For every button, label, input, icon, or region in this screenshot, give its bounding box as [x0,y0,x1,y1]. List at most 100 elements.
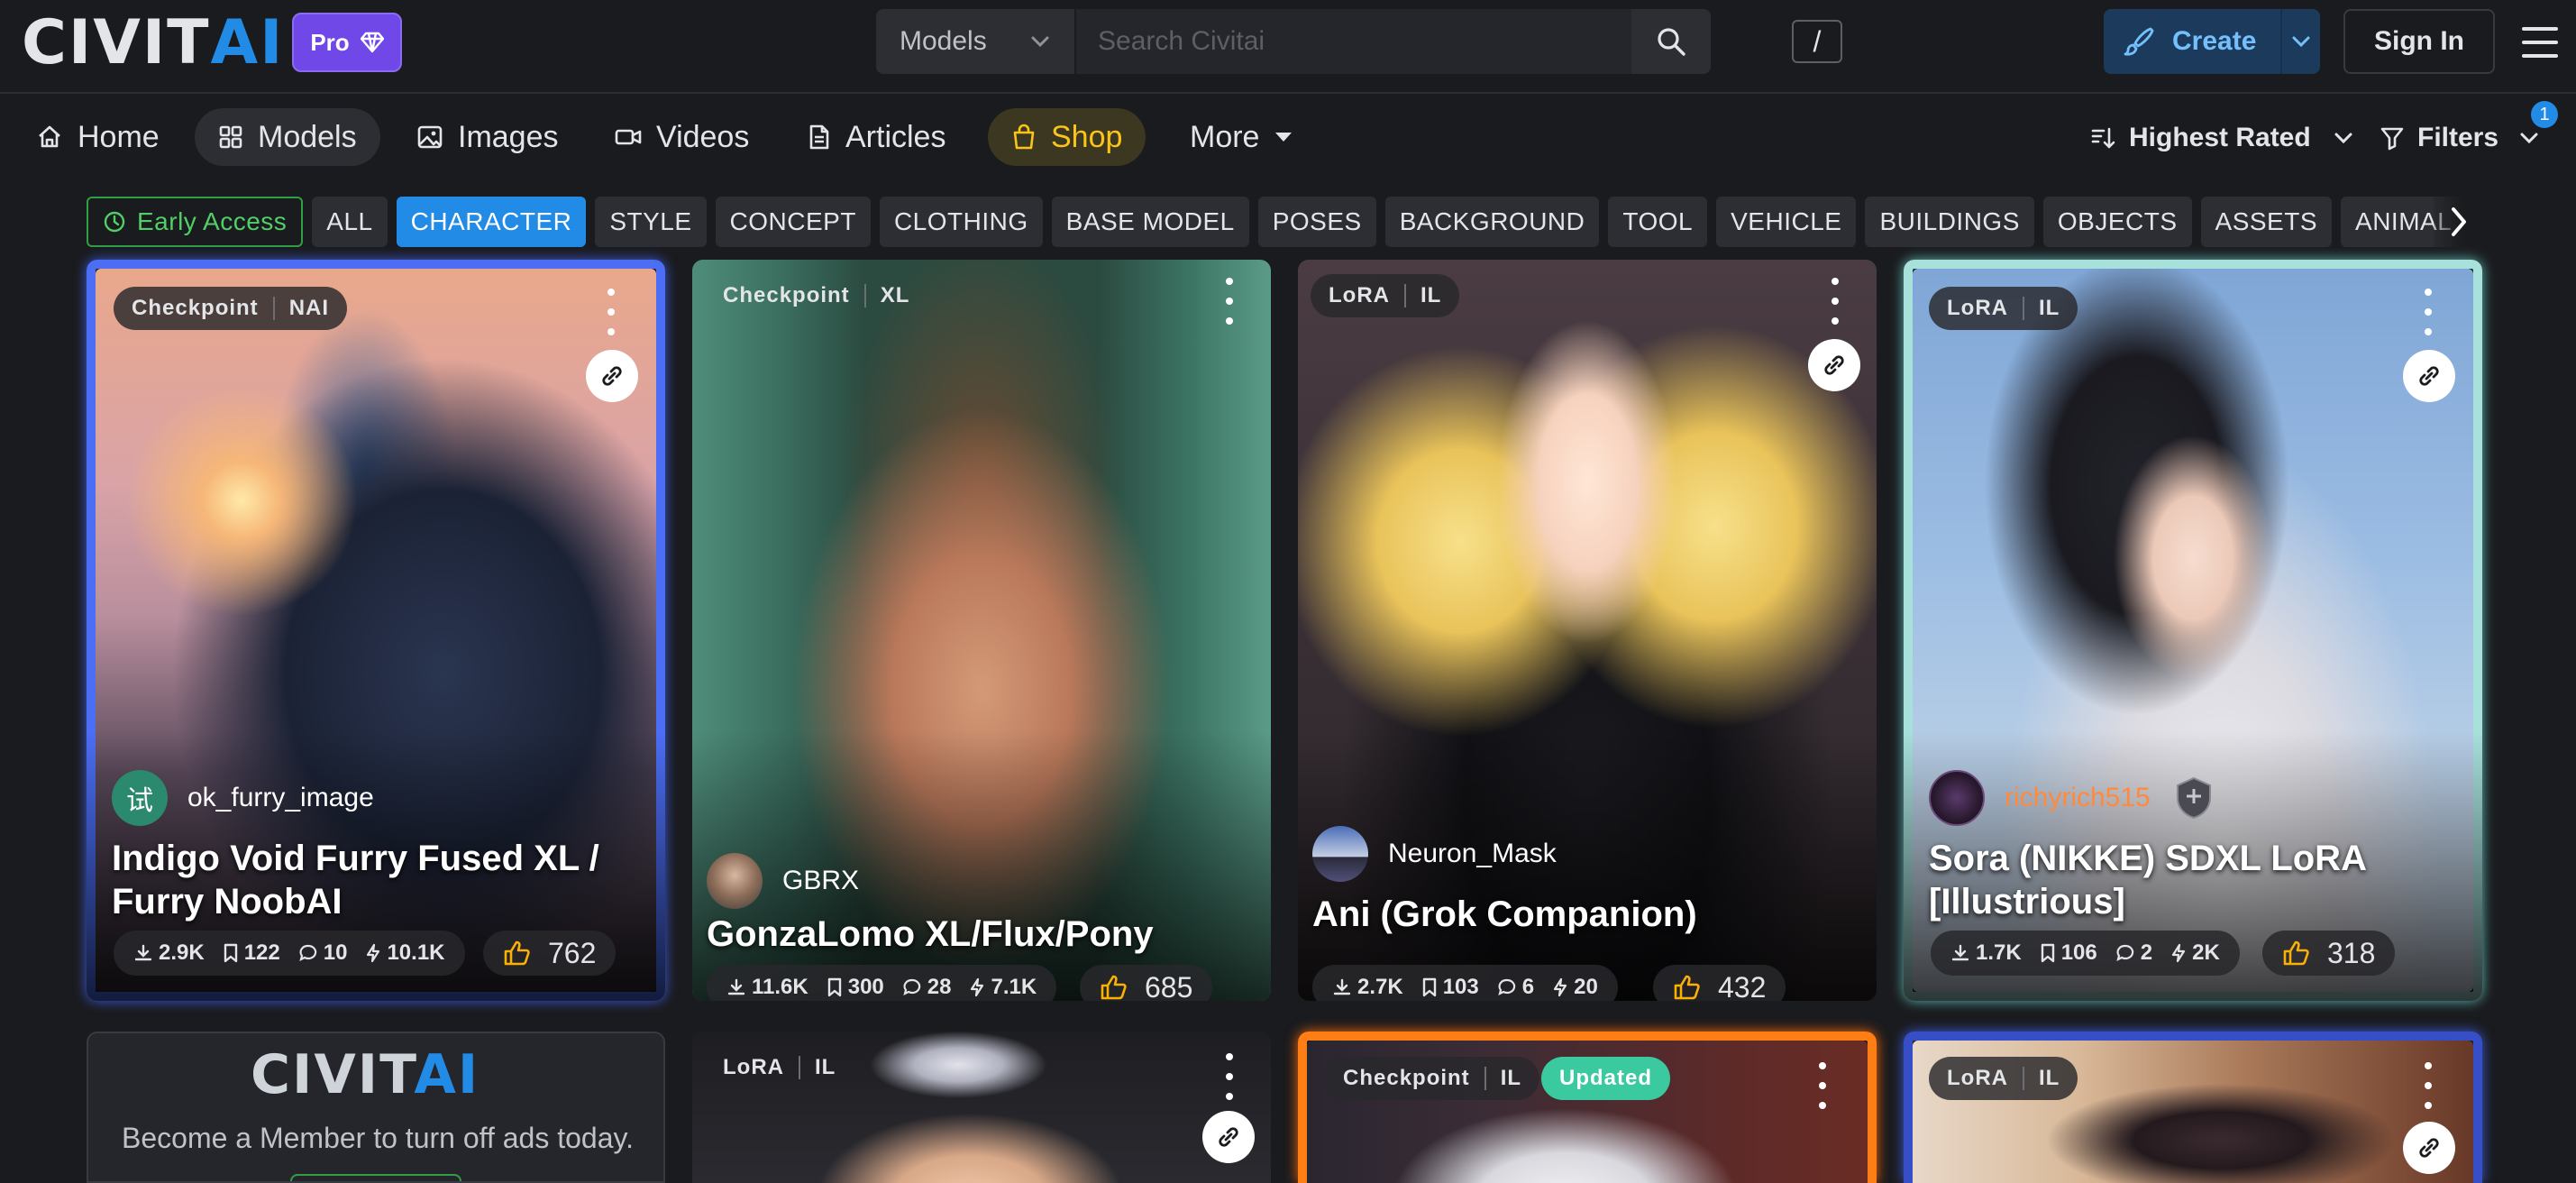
more-options-icon[interactable] [1220,278,1238,325]
nav-articles[interactable]: Articles [784,108,969,166]
model-card[interactable]: LoRA IL richyrich515 Sora (NIKKE) SDXL Lo… [1904,260,2482,1001]
category-chip-style[interactable]: STYLE [595,197,707,247]
search-shortcut-key: / [1792,20,1842,63]
creator-name: richyrich515 [2005,783,2151,812]
more-options-icon[interactable] [602,289,620,335]
filters-label: Filters [2417,123,2499,152]
more-options-icon[interactable] [2419,1062,2437,1109]
search-button[interactable] [1631,9,1711,74]
file-text-icon [809,124,829,150]
more-options-icon[interactable] [1220,1053,1238,1100]
nav-models[interactable]: Models [195,108,380,166]
search-scope-select[interactable]: Models [876,9,1076,74]
thumbs-up-icon [1101,975,1127,1000]
category-chip-objects[interactable]: OBJECTS [2042,197,2192,247]
link-icon[interactable] [1808,339,1860,391]
model-card[interactable]: Checkpoint IL Updated [1298,1032,1877,1183]
category-chip-poses[interactable]: POSES [1257,197,1376,247]
sign-in-button[interactable]: Sign In [2343,9,2495,74]
creator-name: Neuron_Mask [1388,839,1557,868]
category-chip-background[interactable]: BACKGROUND [1384,197,1600,247]
model-stats: 2.7K 103 6 20 [1312,965,1618,1001]
download-icon [1333,978,1351,995]
filters-button[interactable]: Filters [2380,115,2540,160]
model-stats: 11.6K 300 28 7.1K [707,965,1057,1001]
category-chip-all[interactable]: ALL [312,197,388,247]
become-member-button[interactable] [290,1174,461,1181]
avatar [1929,770,1985,826]
link-icon[interactable] [2403,350,2455,402]
chevron-down-icon [2334,133,2352,144]
search-bar: Models / [876,9,1842,74]
like-count[interactable]: 762 [483,931,617,976]
download-icon [727,978,745,995]
filter-icon [2380,127,2404,151]
creator-name: GBRX [782,866,860,895]
category-chip-base-model[interactable]: BASE MODEL [1051,197,1249,247]
link-icon[interactable] [586,350,638,402]
bolt-icon [2172,943,2186,963]
search-input[interactable] [1076,9,1631,74]
category-chip-assets[interactable]: ASSETS [2200,197,2333,247]
chevron-right-icon[interactable] [2434,197,2484,247]
nav-videos[interactable]: Videos [591,108,772,166]
nav-videos-label: Videos [656,119,750,154]
creator-info[interactable]: richyrich515 [1929,770,2217,826]
like-count[interactable]: 432 [1653,965,1786,1001]
model-title: Sora (NIKKE) SDXL LoRA [Illustrious] [1929,839,2366,922]
pro-button[interactable]: Pro [292,13,402,72]
model-title: GonzaLomo XL/Flux/Pony [707,914,1154,954]
category-chip-concept[interactable]: CONCEPT [715,197,871,247]
sort-dropdown[interactable]: Highest Rated [2089,115,2354,160]
category-chip-character[interactable]: CHARACTER [396,197,587,247]
link-icon[interactable] [1202,1111,1255,1163]
creator-info[interactable]: GBRX [707,853,859,909]
create-menu-toggle[interactable] [2280,9,2320,74]
layout-grid-icon [219,125,242,149]
more-options-icon[interactable] [1813,1062,1832,1109]
more-options-icon[interactable] [2419,289,2437,335]
nav-home[interactable]: Home [13,108,183,166]
creator-name: ok_furry_image [187,783,374,812]
link-icon[interactable] [2403,1122,2455,1174]
nav-more[interactable]: More [1166,108,1317,166]
early-access-label: Early Access [137,207,288,235]
category-chip-buildings[interactable]: BUILDINGS [1865,197,2034,247]
model-card[interactable]: Checkpoint NAI 试 ok_furry_image Indigo Vo… [87,260,665,1001]
avatar [1312,826,1368,882]
bookmark-icon [2041,943,2054,963]
creator-info[interactable]: Neuron_Mask [1312,826,1557,882]
bolt-icon [971,977,984,997]
model-card[interactable]: LoRA IL [692,1032,1271,1183]
video-icon [615,129,642,145]
model-card[interactable]: LoRA IL [1904,1032,2482,1183]
hamburger-menu-icon[interactable] [2520,22,2560,63]
diamond-icon [360,32,384,53]
nav-shop-label: Shop [1051,119,1123,154]
like-count[interactable]: 685 [1080,965,1213,1001]
more-options-icon[interactable] [1826,278,1844,325]
sort-label: Highest Rated [2129,123,2311,152]
nav-shop[interactable]: Shop [988,108,1146,166]
thumbs-up-icon [2283,940,2309,966]
model-card[interactable]: LoRA IL Neuron_Mask Ani (Grok Companion) … [1298,260,1877,1001]
creator-info[interactable]: 试 ok_furry_image [112,770,374,826]
chevron-down-icon [2520,133,2538,144]
model-type-badge: LoRA IL [1929,287,2078,330]
create-button[interactable]: Create [2104,9,2320,74]
civitai-logo[interactable]: CIVIT AI [22,13,284,74]
category-chip-vehicle[interactable]: VEHICLE [1716,197,1857,247]
category-chip-clothing[interactable]: CLOTHING [879,197,1043,247]
shopping-bag-icon [1013,124,1035,150]
model-type-badge: Checkpoint IL [1325,1057,1540,1100]
nav-images[interactable]: Images [393,108,582,166]
model-stats: 1.7K 106 2 2K [1931,931,2240,976]
like-count[interactable]: 318 [2262,931,2396,976]
search-icon [1658,28,1685,56]
comment-icon [299,944,316,962]
civitai-logo: CIVITAI [251,1043,480,1106]
model-card[interactable]: Checkpoint XL GBRX GonzaLomo XL/Flux/Pony… [692,260,1271,1001]
bolt-icon [367,943,380,963]
category-chip-tool[interactable]: TOOL [1608,197,1708,247]
early-access-chip[interactable]: Early Access [87,197,304,247]
